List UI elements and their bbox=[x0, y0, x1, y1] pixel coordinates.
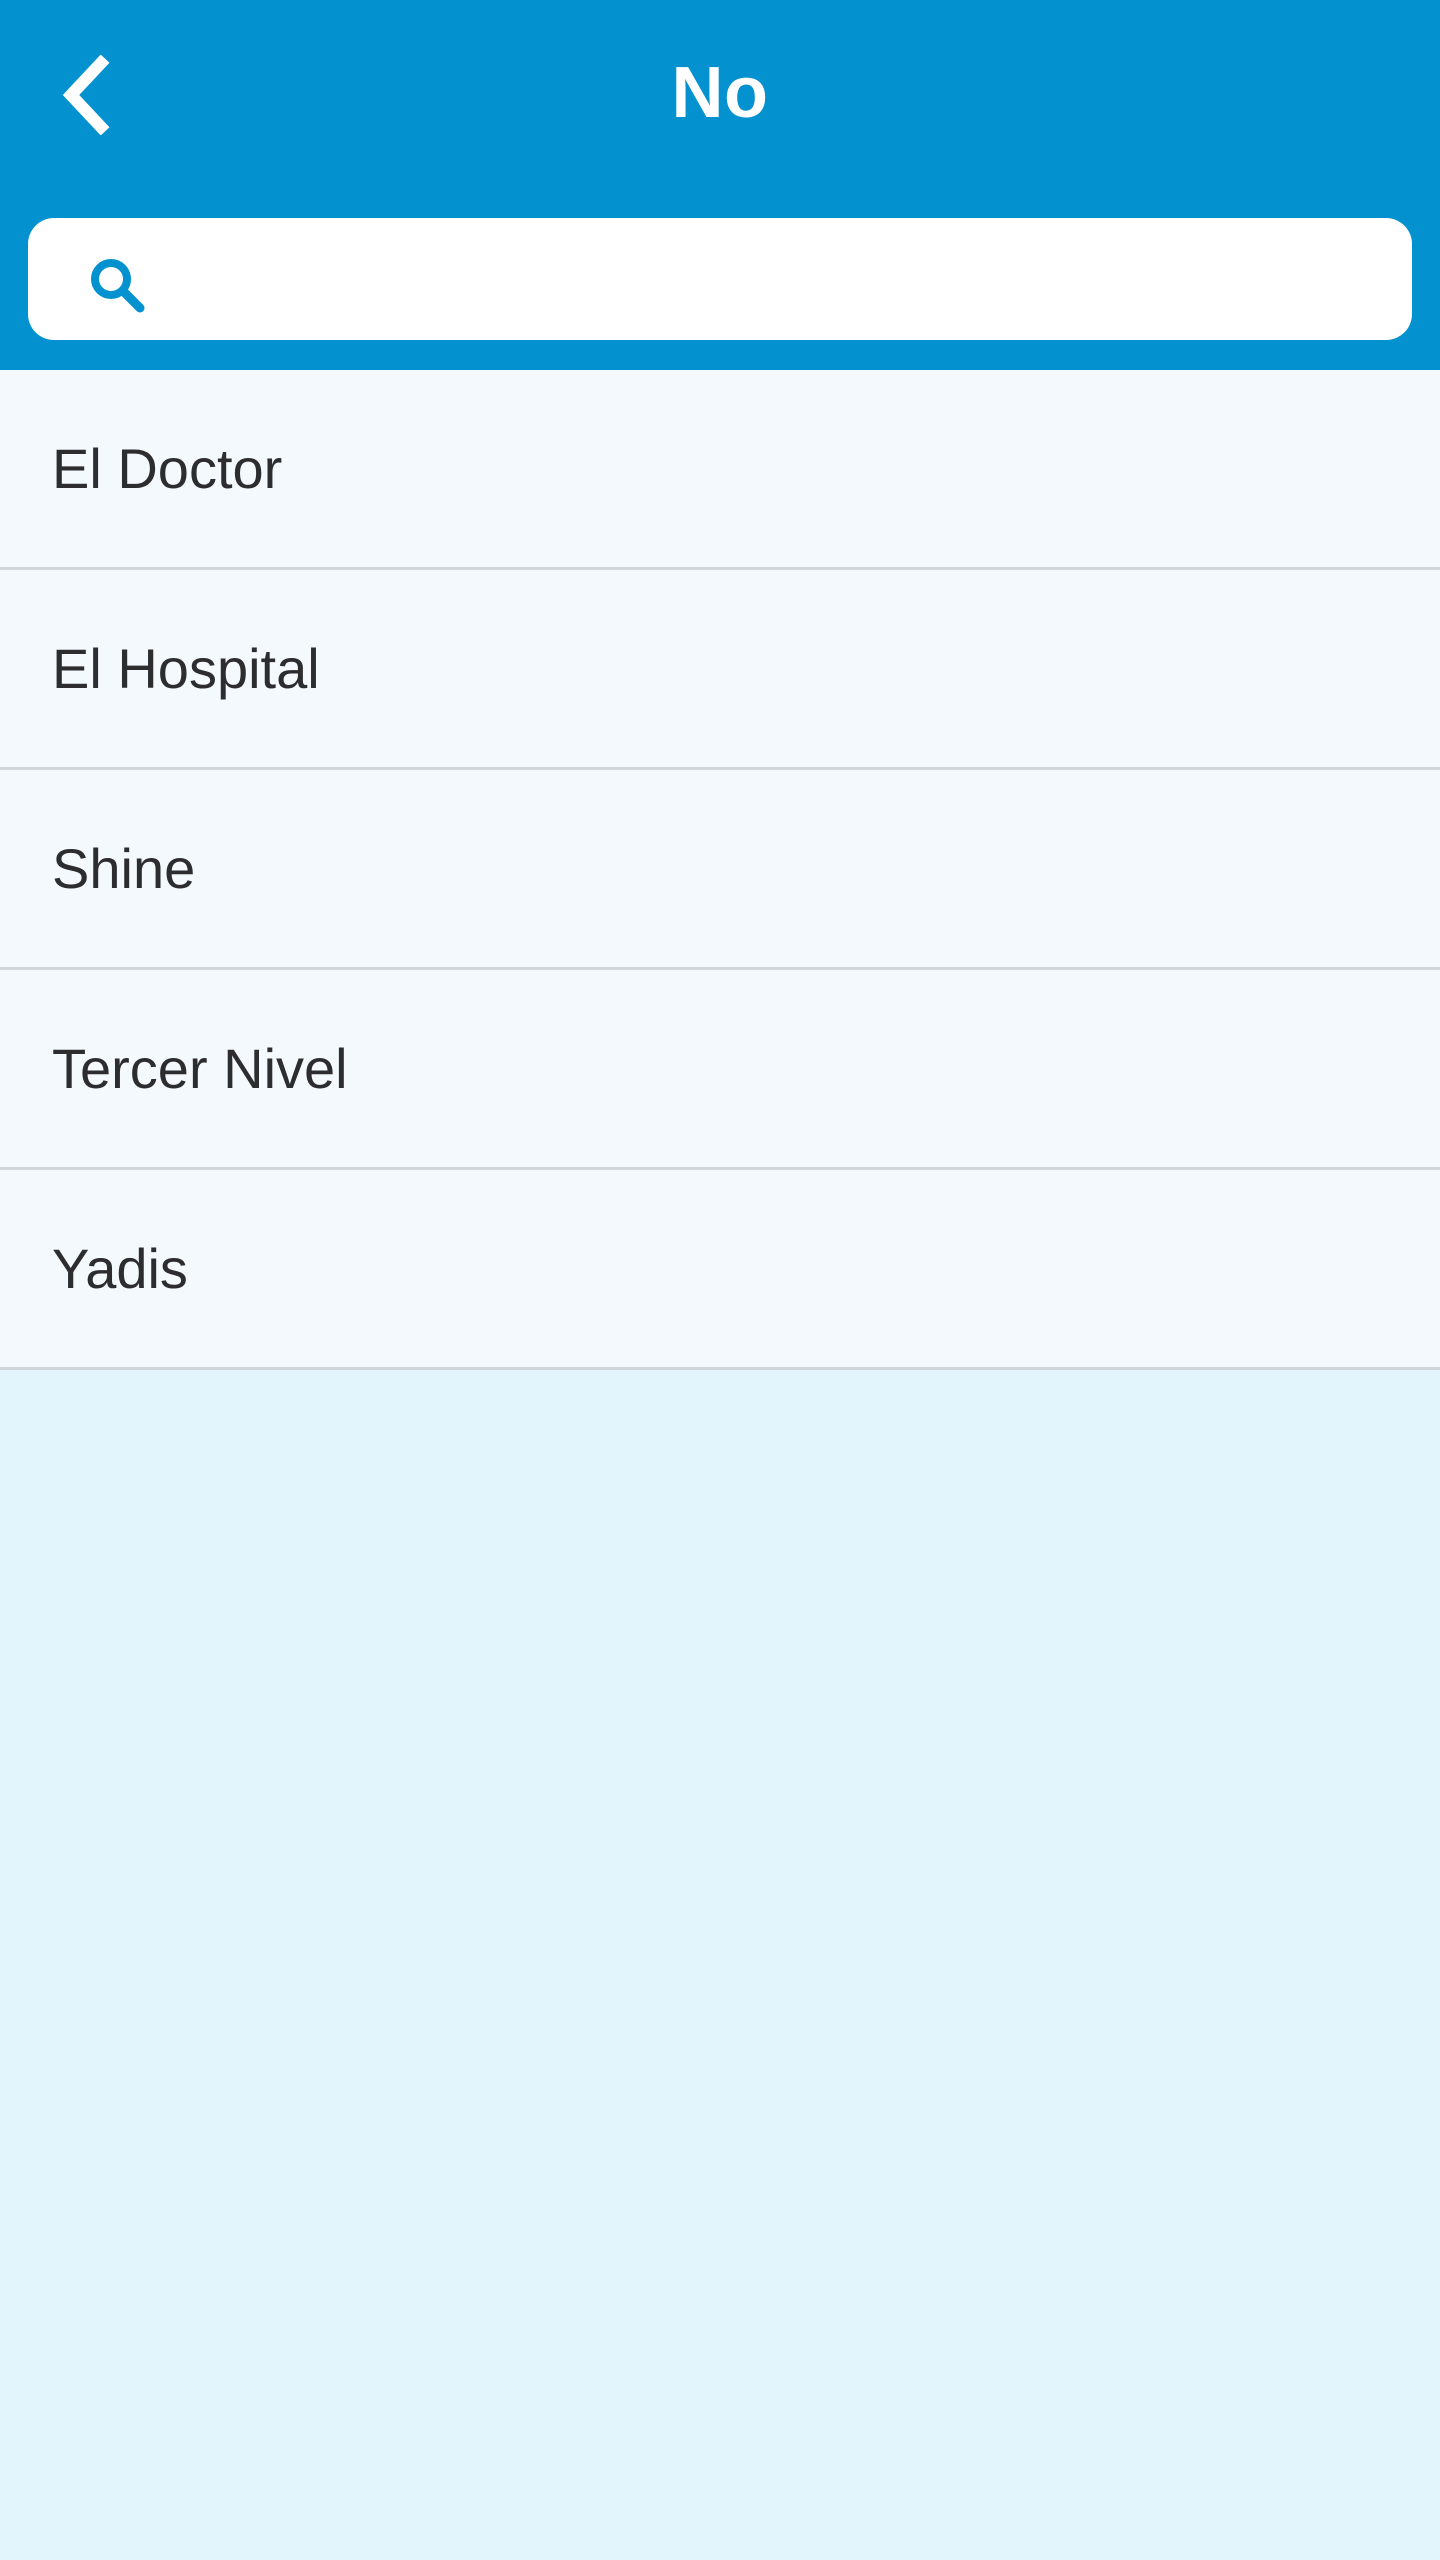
search-bar[interactable] bbox=[28, 218, 1412, 340]
list-item[interactable]: El Doctor bbox=[0, 370, 1440, 570]
page-title: No bbox=[671, 53, 769, 133]
app-header: No bbox=[0, 0, 1440, 370]
list-item-label: El Hospital bbox=[52, 636, 320, 700]
option-list: El Doctor El Hospital Shine Tercer Nivel… bbox=[0, 370, 1440, 1370]
list-item[interactable]: Yadis bbox=[0, 1170, 1440, 1370]
list-item-label: Yadis bbox=[52, 1236, 188, 1300]
search-icon bbox=[86, 254, 148, 316]
list-item-label: El Doctor bbox=[52, 436, 283, 500]
list-item-label: Tercer Nivel bbox=[52, 1036, 348, 1100]
search-input[interactable] bbox=[168, 236, 1378, 322]
list-item[interactable]: Shine bbox=[0, 770, 1440, 970]
list-item[interactable]: El Hospital bbox=[0, 570, 1440, 770]
list-item[interactable]: Tercer Nivel bbox=[0, 970, 1440, 1170]
list-item-label: Shine bbox=[52, 836, 196, 900]
